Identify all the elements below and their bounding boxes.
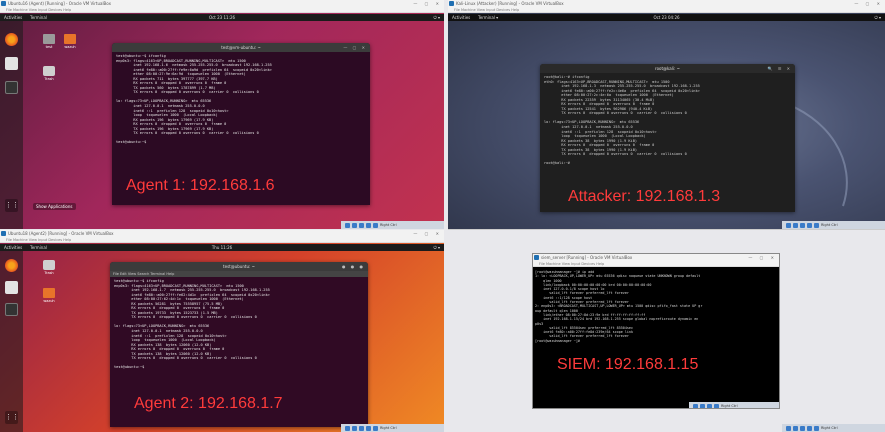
divider (444, 0, 448, 432)
machine-label: Agent 2: 192.168.1.7 (134, 395, 283, 412)
dock: ⋮⋮ (0, 21, 23, 229)
network-icon (714, 403, 719, 408)
desktop-icon-wazuh[interactable]: wazuh (41, 288, 57, 303)
vm-status-bar: Right Ctrl (689, 402, 779, 408)
shared-folder-icon (373, 222, 378, 228)
gnome-top-bar: Activities Terminal Oct 23 11:26 ⏻ ▾ (0, 14, 444, 21)
network-icon (807, 425, 812, 431)
hdd-icon (786, 425, 791, 431)
folder-icon (64, 34, 76, 44)
cd-icon (700, 403, 705, 408)
network-icon (366, 222, 371, 228)
network-icon (366, 425, 371, 431)
hdd-icon (786, 222, 791, 228)
firefox-icon[interactable] (5, 33, 18, 46)
shared-folder-icon (814, 425, 819, 431)
vm-menu-bar[interactable]: File Machine View Input Devices Help (0, 237, 444, 243)
usb-icon (800, 425, 805, 431)
cd-icon (352, 222, 357, 228)
virtualbox-icon (1, 231, 6, 236)
dock: ⋮⋮ (0, 251, 23, 432)
show-applications-icon[interactable]: ⋮⋮ (5, 199, 19, 212)
vm-status-bar: Right Ctrl (341, 424, 444, 432)
system-tray-icon[interactable]: ⏻ ▾ (875, 14, 881, 21)
cd-icon (793, 222, 798, 228)
vm-window-attacker[interactable]: Kali-Linux (Attacker) [Running] - Oracle… (448, 0, 885, 229)
vm-menu-bar[interactable]: File Machine View Input Devices Help (448, 7, 885, 13)
desktop-icon-test[interactable]: test (41, 34, 57, 49)
desktop-icon-wazuh[interactable]: wazuh (62, 34, 78, 49)
system-tray-icon[interactable]: ⏻ ▾ (434, 14, 440, 21)
window-controls[interactable]: — ▢ ✕ (413, 230, 442, 237)
usb-icon (800, 222, 805, 228)
machine-label: Attacker: 192.168.1.3 (568, 188, 721, 205)
host-status-bar: Right Ctrl (782, 424, 885, 432)
window-controls[interactable]: — ▢ ✕ (854, 0, 883, 7)
window-controls[interactable]: 🔍 ☰ ✕ (768, 64, 792, 73)
terminal-output[interactable]: test@ubuntu:~$ ifconfig enp0s3: flags=41… (112, 52, 370, 147)
terminal-icon[interactable] (5, 303, 18, 316)
cd-icon (793, 425, 798, 431)
trash-icon (43, 66, 55, 76)
files-icon[interactable] (5, 281, 18, 294)
kali-top-bar: Activities Terminal ▾ Oct 23 04:26 ⏻ ▾ (448, 14, 885, 21)
clock[interactable]: Oct 23 11:26 (0, 14, 444, 21)
desktop-icon-trash[interactable]: Trash (41, 66, 57, 81)
network-icon (807, 222, 812, 228)
shared-folder-icon (814, 222, 819, 228)
folder-icon (43, 288, 55, 298)
cd-icon (352, 425, 357, 431)
vm-title: siem_server [Running] - Oracle VM Virtua… (541, 255, 633, 260)
vm-window-agent2[interactable]: Ubuntu18 (Agent2) [Running] - Oracle VM … (0, 230, 444, 432)
vm-title-bar[interactable]: Ubuntu18 (Agent2) [Running] - Oracle VM … (0, 230, 444, 237)
window-controls[interactable]: — ▢ ✕ (748, 254, 777, 261)
trash-icon (43, 260, 55, 270)
usb-icon (707, 403, 712, 408)
vm-title-bar[interactable]: siem_server [Running] - Oracle VM Virtua… (533, 254, 779, 261)
divider (444, 229, 885, 230)
terminal-title-bar[interactable]: root@kali: ~ 🔍 ☰ ✕ (540, 64, 795, 73)
window-controls[interactable]: — ▢ ✕ (343, 43, 367, 52)
virtualbox-icon (449, 1, 454, 6)
folder-icon (43, 34, 55, 44)
show-applications-icon[interactable]: ⋮⋮ (5, 411, 19, 424)
vm-window-siem[interactable]: siem_server [Running] - Oracle VM Virtua… (532, 253, 780, 409)
hdd-icon (345, 425, 350, 431)
clock[interactable]: Oct 23 04:26 (448, 14, 885, 21)
terminal-output[interactable]: [root@wazuhmanager ~]# ip add 1: lo: <LO… (535, 270, 702, 343)
usb-icon (359, 425, 364, 431)
virtualbox-icon (1, 1, 6, 6)
shared-folder-icon (373, 425, 378, 431)
files-icon[interactable] (5, 57, 18, 70)
desktop-icon-trash[interactable]: Trash (41, 260, 57, 275)
terminal-output[interactable]: root@kali:~# ifconfig eth0: flags=4163<U… (540, 73, 795, 168)
terminal-title-bar[interactable]: test@ubuntu: ~ ● ● ● (110, 262, 368, 271)
machine-label: Agent 1: 192.168.1.6 (126, 177, 275, 194)
machine-label: SIEM: 192.168.1.15 (557, 356, 699, 373)
vm-menu-bar[interactable]: File Machine View Input Devices Help (533, 261, 779, 267)
clock[interactable]: Thu 11:26 (0, 244, 444, 251)
gnome-top-bar: Activities Terminal Thu 11:26 ⏻ ▾ (0, 244, 444, 251)
system-tray-icon[interactable]: ⏻ ▾ (434, 244, 440, 251)
show-applications-tooltip: Show Applications (33, 203, 76, 210)
vm-window-agent1[interactable]: Ubuntu16 (Agent) [Running] - Oracle VM V… (0, 0, 444, 229)
hdd-icon (693, 403, 698, 408)
vm-menu-bar[interactable]: File Machine View Input Devices Help (0, 7, 444, 13)
usb-icon (359, 222, 364, 228)
vm-title-bar[interactable]: Kali-Linux (Attacker) [Running] - Oracle… (448, 0, 885, 7)
terminal-title-bar[interactable]: test@vm-ubuntu: ~ — ▢ ✕ (112, 43, 370, 52)
vm-status-bar: Right Ctrl (341, 221, 444, 229)
terminal-icon[interactable] (5, 81, 18, 94)
virtualbox-icon (534, 255, 539, 260)
hdd-icon (345, 222, 350, 228)
window-controls[interactable]: — ▢ ✕ (413, 0, 442, 7)
window-controls[interactable]: ● ● ● (342, 262, 365, 271)
firefox-icon[interactable] (5, 259, 18, 272)
vm-title: Kali-Linux (Attacker) [Running] - Oracle… (456, 1, 564, 6)
vm-title-bar[interactable]: Ubuntu16 (Agent) [Running] - Oracle VM V… (0, 0, 444, 7)
vm-title: Ubuntu18 (Agent2) [Running] - Oracle VM … (8, 231, 114, 236)
terminal-output[interactable]: test@ubuntu:~$ ifconfig enp0s3: flags=41… (110, 277, 368, 372)
vm-title: Ubuntu16 (Agent) [Running] - Oracle VM V… (8, 1, 111, 6)
vm-status-bar: Right Ctrl (782, 221, 885, 229)
